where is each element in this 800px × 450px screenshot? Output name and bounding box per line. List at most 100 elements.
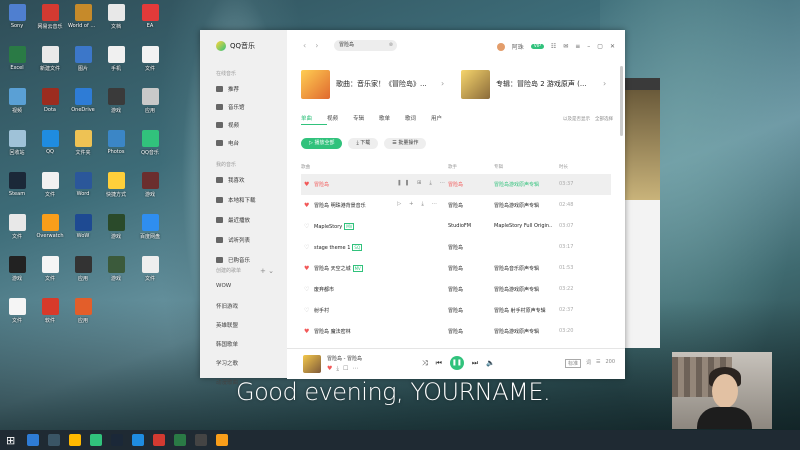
tab[interactable]: 单曲 — [301, 114, 327, 125]
clear-icon[interactable]: ⊗ — [389, 40, 393, 51]
table-row[interactable]: ♥ 冒险岛 魔法密林 冒险岛 冒险岛游戏原声专辑 03:20 — [301, 321, 611, 342]
desktop-icon[interactable]: 应用 — [68, 256, 98, 288]
like-icon[interactable]: ♥ — [304, 328, 309, 335]
sidebar-item[interactable]: 本地和下载 — [216, 196, 256, 204]
song-artist[interactable]: 冒险岛 — [448, 265, 488, 272]
desktop-icon[interactable]: 百度网盘 — [135, 214, 165, 246]
song-title[interactable]: 废弃都市 — [314, 286, 374, 293]
table-row[interactable]: ♥ 冒险岛 ❚❚ ⊞ ⤓ ⋯ 冒险岛 冒险岛游戏原声专辑 03:37 — [301, 174, 611, 195]
desktop-icon[interactable]: Dota — [35, 88, 65, 120]
avatar[interactable] — [496, 42, 505, 51]
desktop-icon[interactable]: 游戏 — [101, 214, 131, 246]
desktop-icon[interactable]: 文件 — [35, 256, 65, 288]
maximize-icon[interactable]: ▢ — [597, 43, 603, 50]
tabs-right-option[interactable]: 全部选择 — [595, 116, 613, 122]
desktop-icon[interactable]: Steam — [2, 172, 32, 204]
volume-icon[interactable]: 🔈 — [486, 359, 495, 367]
song-title[interactable]: stage theme 1 SQ — [314, 244, 374, 251]
desktop-icon[interactable]: 文件 — [2, 214, 32, 246]
sidebar-item[interactable]: 最近播放 — [216, 216, 250, 224]
like-icon[interactable]: ♡ — [304, 286, 309, 293]
table-row[interactable]: ♡ 射手村 冒险岛 冒险岛 射手村原声专辑 02:37 — [301, 300, 611, 321]
desktop-icon[interactable]: 软件 — [35, 298, 65, 330]
song-title[interactable]: MapleStory MV — [314, 223, 374, 230]
sidebar-item[interactable]: 试听列表 — [216, 236, 250, 244]
desktop-icon[interactable]: 文件 — [2, 298, 32, 330]
sidebar-item[interactable]: 推荐 — [216, 85, 239, 93]
sidebar-item[interactable]: 电台 — [216, 139, 239, 147]
sidebar-item[interactable]: 怀旧游戏 — [216, 302, 238, 310]
like-icon[interactable]: ♥ — [304, 202, 309, 209]
song-album[interactable]: MapleStory Full Origin... — [494, 223, 552, 229]
desktop-icon[interactable]: 新建文件 — [35, 46, 65, 78]
more-icon[interactable]: ⋯ — [352, 365, 362, 372]
qq-music-taskbar-icon[interactable] — [90, 434, 102, 446]
pause-icon[interactable]: ❚❚ — [449, 356, 464, 370]
sidebar-item[interactable]: WOW — [216, 283, 231, 289]
desktop-icon[interactable]: 回收站 — [2, 130, 32, 162]
explorer-icon[interactable] — [69, 434, 81, 446]
song-artist[interactable]: 冒险岛 — [448, 244, 488, 251]
desktop-icon[interactable]: 图片 — [68, 46, 98, 78]
play-all-button[interactable]: ▷ 播放全部 — [301, 138, 343, 149]
user-name[interactable]: 阿珠 — [512, 42, 524, 51]
netease-icon[interactable] — [153, 434, 165, 446]
desktop-icon[interactable]: OneDrive — [68, 88, 98, 120]
desktop-icon[interactable]: 游戏 — [101, 88, 131, 120]
lyrics-icon[interactable]: 词 — [586, 359, 591, 368]
song-artist[interactable]: 冒险岛 — [448, 328, 488, 335]
previous-icon[interactable]: ⏮ — [436, 359, 442, 368]
song-title[interactable]: 射手村 — [314, 307, 374, 314]
scrollbar[interactable] — [620, 66, 623, 136]
like-icon[interactable]: ♡ — [304, 307, 309, 314]
tab[interactable]: 用户 — [431, 114, 457, 125]
desktop-icon[interactable]: 应用 — [135, 88, 165, 120]
like-icon[interactable]: ♡ — [304, 244, 309, 251]
song-artist[interactable]: 冒险岛 — [448, 286, 488, 293]
close-icon[interactable]: ✕ — [610, 43, 615, 50]
song-title[interactable]: 冒险岛 魔法密林 — [314, 328, 374, 335]
player-title[interactable]: 冒险岛 - 冒险岛 — [327, 355, 362, 362]
tab[interactable]: 歌词 — [405, 114, 431, 125]
tab[interactable]: 歌单 — [379, 114, 405, 125]
song-artist[interactable]: StudioFM — [448, 223, 488, 229]
sidebar-item[interactable]: 韩国歌单 — [216, 340, 238, 348]
desktop-icon[interactable]: WoW — [68, 214, 98, 246]
sidebar-item[interactable]: 视频 — [216, 121, 239, 129]
vip-badge[interactable]: VIP — [530, 44, 544, 49]
start-icon[interactable]: ⊞ — [6, 434, 18, 447]
skin-icon[interactable]: ☷ — [551, 43, 556, 50]
app-icon[interactable] — [216, 434, 228, 446]
desktop-icon[interactable]: QQ — [35, 130, 65, 162]
song-title[interactable]: 冒险岛 天空之城 MV — [314, 265, 374, 272]
desktop-icon[interactable]: 游戏 — [135, 172, 165, 204]
desktop-icon[interactable]: 文件 — [35, 172, 65, 204]
row-actions[interactable]: ▷ + ⤓ ⋯ — [397, 201, 440, 208]
chevron-right-icon[interactable]: › — [441, 79, 444, 88]
sidebar-item[interactable]: 动漫歌曲 — [216, 378, 238, 386]
search-icon[interactable] — [27, 434, 39, 446]
desktop-icon[interactable]: Overwatch — [35, 214, 65, 246]
song-album[interactable]: 冒险岛游戏原声专辑 — [494, 328, 552, 335]
song-artist[interactable]: 冒险岛 — [448, 307, 488, 314]
tabs-right-option[interactable]: 以及是否显示 — [563, 116, 590, 122]
app-icon[interactable] — [195, 434, 207, 446]
desktop-icon[interactable]: QQ音乐 — [135, 130, 165, 162]
sidebar-item[interactable]: 音乐馆 — [216, 103, 245, 111]
row-actions[interactable]: ❚❚ ⊞ ⤓ ⋯ — [397, 180, 448, 187]
chevron-right-icon[interactable]: › — [603, 79, 606, 88]
minimize-icon[interactable]: – — [587, 43, 590, 50]
sidebar-item[interactable]: 学习之歌 — [216, 359, 238, 367]
sidebar-item[interactable]: 英雄联盟 — [216, 321, 238, 329]
tab[interactable]: 视频 — [327, 114, 353, 125]
like-icon[interactable]: ♥ — [304, 181, 309, 188]
mail-icon[interactable]: ✉ — [563, 43, 568, 50]
search-input[interactable]: 冒险岛 ⊗ — [334, 40, 397, 51]
steam-icon[interactable] — [111, 434, 123, 446]
desktop-icon[interactable]: 文档 — [101, 4, 131, 36]
playlist-icon[interactable]: ☰ — [596, 359, 600, 368]
song-album[interactable]: 冒险岛 射手村原声专辑 — [494, 307, 552, 314]
like-icon[interactable]: ♡ — [304, 223, 309, 230]
desktop-icon[interactable]: Photos — [101, 130, 131, 162]
next-icon[interactable]: ⏭ — [472, 359, 478, 368]
